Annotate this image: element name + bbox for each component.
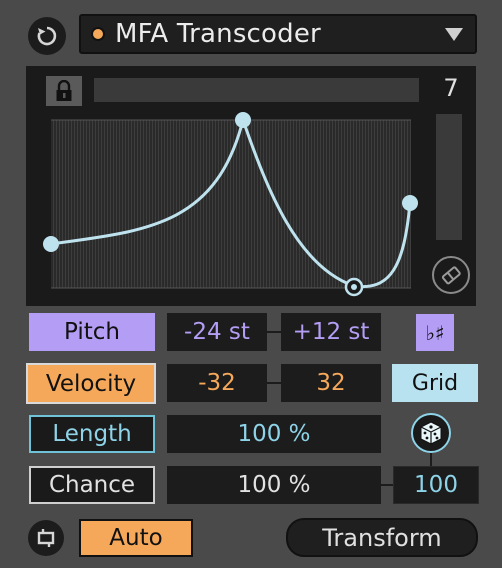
refresh-icon: [37, 26, 57, 46]
loop-button[interactable]: [28, 520, 64, 556]
pitch-min-field[interactable]: -24 st: [167, 313, 267, 351]
refresh-button[interactable]: [28, 17, 66, 55]
curve-point[interactable]: [43, 236, 59, 252]
curve-graph[interactable]: [26, 66, 446, 306]
chance-seed-connector: [381, 484, 393, 486]
chance-value-field[interactable]: 100 %: [167, 466, 381, 504]
chevron-down-icon[interactable]: [445, 28, 463, 41]
length-value-field[interactable]: 100 %: [167, 415, 381, 453]
dice-icon: [420, 421, 442, 445]
pitch-range-connector: [267, 331, 281, 333]
curve-point-center: [351, 284, 357, 290]
curve-editor: 7: [26, 66, 476, 306]
velocity-min-field[interactable]: -32: [167, 364, 267, 402]
velocity-range-connector: [267, 382, 281, 384]
scale-toggle[interactable]: ♭♯: [416, 314, 454, 351]
velocity-max-field[interactable]: 32: [281, 364, 381, 402]
pitch-button[interactable]: Pitch: [29, 313, 155, 351]
loop-icon: [37, 529, 55, 547]
transform-button[interactable]: Transform: [286, 518, 478, 557]
device-title: MFA Transcoder: [115, 19, 321, 49]
chance-button[interactable]: Chance: [29, 466, 155, 504]
pitch-max-field[interactable]: +12 st: [281, 313, 381, 351]
velocity-button[interactable]: Velocity: [26, 363, 156, 404]
seed-field[interactable]: 100: [393, 466, 479, 504]
device-selector[interactable]: MFA Transcoder: [79, 14, 477, 54]
vertical-slider[interactable]: [436, 114, 462, 240]
curve-point[interactable]: [235, 112, 251, 128]
graph-grid: [51, 120, 411, 288]
curve-point[interactable]: [402, 195, 418, 211]
auto-button[interactable]: Auto: [79, 519, 193, 557]
grid-button[interactable]: Grid: [392, 364, 478, 402]
eraser-icon: [441, 266, 461, 285]
length-button[interactable]: Length: [29, 415, 155, 453]
active-indicator: [91, 27, 105, 41]
randomize-button[interactable]: [411, 413, 451, 453]
seed-link-line: [430, 453, 432, 466]
erase-button[interactable]: [432, 256, 470, 294]
